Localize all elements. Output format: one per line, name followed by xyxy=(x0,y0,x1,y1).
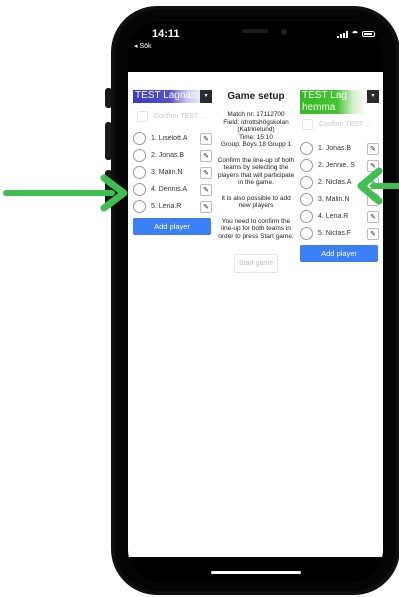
player-row: 2. Jonas.B ✎ xyxy=(133,147,212,164)
player-select-radio[interactable] xyxy=(300,142,313,155)
team-name: TEST Lagnamn xyxy=(133,90,200,103)
right-annotation-arrow-icon xyxy=(357,167,399,205)
signal-icon xyxy=(337,30,348,38)
player-select-radio[interactable] xyxy=(300,159,313,172)
match-field: Field: Idrottshögskolan xyxy=(223,118,289,126)
player-name: 1. Liselott.A xyxy=(151,135,188,142)
checkbox-icon[interactable] xyxy=(302,118,313,130)
game-info-panel: Game setup Match nr: 17112700 Field: Idr… xyxy=(215,91,297,273)
team-select[interactable]: TEST Lag hemma ▾ xyxy=(300,90,379,114)
start-game-button[interactable]: Start game xyxy=(233,254,279,273)
confirm-lineup-checkbox[interactable]: Confirm TEST ... xyxy=(302,118,379,130)
away-team-column: TEST Lagnamn ▾ Confirm TEST ... 1. Lisel… xyxy=(133,90,212,235)
player-row: 3. Malin.N ✎ xyxy=(133,164,212,181)
start-instructions: You need to confirm the line-up for both… xyxy=(218,217,294,240)
match-field-sub: (Katrinelund) xyxy=(237,126,275,133)
player-name: 4. Lena.R xyxy=(318,213,349,220)
player-row: 1. Jonas.B ✎ xyxy=(300,140,379,157)
pencil-icon[interactable]: ✎ xyxy=(200,183,212,196)
team-name: TEST Lag hemma xyxy=(300,90,367,114)
team-select[interactable]: TEST Lagnamn ▾ xyxy=(133,90,212,104)
player-select-radio[interactable] xyxy=(300,227,313,240)
add-player-button[interactable]: Add player xyxy=(300,245,378,262)
player-select-radio[interactable] xyxy=(300,193,313,206)
confirm-label: Confirm TEST ... xyxy=(154,112,206,120)
status-icons xyxy=(337,30,375,38)
match-group: Group: Boys 18 Grupp 1 xyxy=(220,141,292,148)
player-select-radio[interactable] xyxy=(300,210,313,223)
front-camera xyxy=(281,29,287,35)
phone-screen: 14:11 ◂ Sök TEST Lagnamn ▾ Confirm TEST … xyxy=(128,22,383,582)
checkbox-icon[interactable] xyxy=(137,110,148,122)
player-row: 4. Lena.R ✎ xyxy=(300,208,379,225)
pencil-icon[interactable]: ✎ xyxy=(200,132,212,145)
speaker-grille xyxy=(242,29,268,33)
player-name: 5. Lena.R xyxy=(151,203,182,210)
player-name: 2. Jonas.B xyxy=(151,152,185,159)
confirm-instructions: Confirm the line-up of both teams by sel… xyxy=(217,156,295,187)
player-select-radio[interactable] xyxy=(133,132,146,145)
confirm-lineup-checkbox[interactable]: Confirm TEST ... xyxy=(137,110,212,122)
confirm-label: Confirm TEST ... xyxy=(319,120,371,128)
match-time: Time: 15:10 xyxy=(238,133,274,141)
battery-icon xyxy=(362,31,375,37)
back-to-search-link[interactable]: ◂ Sök xyxy=(134,42,152,50)
player-row: 5. Niclas.F ✎ xyxy=(300,225,379,242)
page-title: Game setup xyxy=(227,91,285,102)
player-name: 4. Dennis.A xyxy=(151,186,188,193)
pencil-icon[interactable]: ✎ xyxy=(367,227,379,240)
player-name: 5. Niclas.F xyxy=(318,230,352,237)
player-list: 1. Liselott.A ✎ 2. Jonas.B ✎ 3. Malin.N … xyxy=(133,130,212,215)
player-name: 1. Jonas.B xyxy=(318,145,352,152)
add-player-instructions: It is also possible to add new players xyxy=(221,194,291,210)
player-row: 5. Lena.R ✎ xyxy=(133,198,212,215)
wifi-icon xyxy=(351,30,359,38)
home-indicator xyxy=(211,571,301,574)
notch xyxy=(184,22,327,44)
dropdown-arrow-icon[interactable]: ▾ xyxy=(200,90,212,103)
match-number: Match nr: 17112700 xyxy=(227,111,285,118)
game-setup-page: TEST Lagnamn ▾ Confirm TEST ... 1. Lisel… xyxy=(128,72,383,557)
player-select-radio[interactable] xyxy=(133,149,146,162)
player-name: 3. Malin.N xyxy=(151,169,183,176)
pencil-icon[interactable]: ✎ xyxy=(367,142,379,155)
left-annotation-arrow-icon xyxy=(3,174,128,212)
pencil-icon[interactable]: ✎ xyxy=(367,210,379,223)
pencil-icon[interactable]: ✎ xyxy=(200,166,212,179)
pencil-icon[interactable]: ✎ xyxy=(200,149,212,162)
dropdown-arrow-icon[interactable]: ▾ xyxy=(367,90,379,103)
player-row: 1. Liselott.A ✎ xyxy=(133,130,212,147)
player-select-radio[interactable] xyxy=(300,176,313,189)
pencil-icon[interactable]: ✎ xyxy=(200,200,212,213)
player-row: 4. Dennis.A ✎ xyxy=(133,181,212,198)
add-player-button[interactable]: Add player xyxy=(133,218,211,235)
status-time: 14:11 xyxy=(152,28,180,40)
